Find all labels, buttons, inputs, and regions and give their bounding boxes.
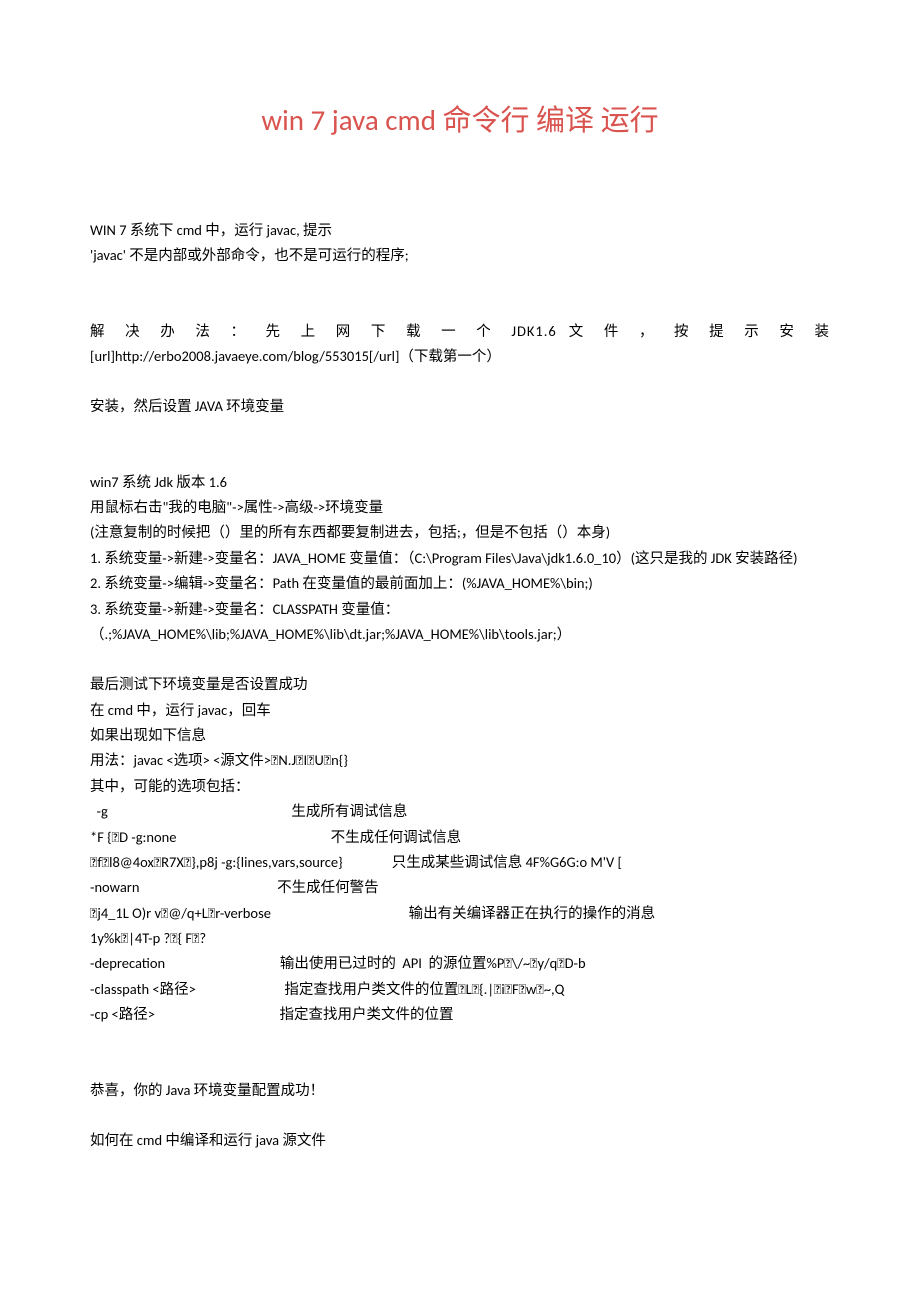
option-classpath: -classpath <路径> 指定查找用户类文件的位置￿L￿{.|￿i￿F￿w…: [90, 977, 830, 1002]
para-usage: 用法：javac <选项> <源文件>￿N.J￿I￿U￿n{}: [90, 748, 830, 773]
option-nowarn: -nowarn 不生成任何警告: [90, 875, 830, 900]
option-cp: -cp <路径> 指定查找用户类文件的位置: [90, 1002, 830, 1027]
para-intro-2: 'javac' 不是内部或外部命令，也不是可运行的程序;: [90, 243, 830, 268]
para-options-header: 其中，可能的选项包括：: [90, 774, 830, 799]
option-gnone: *F {￿D -g:none 不生成任何调试信息: [90, 825, 830, 850]
para-install: 安装，然后设置 JAVA 环境变量: [90, 394, 830, 419]
para-step1: 1. 系统变量->新建->变量名：JAVA_HOME 变量值：（C:\Progr…: [90, 546, 830, 571]
option-g: -g 生成所有调试信息: [90, 799, 830, 824]
option-deprecation: -deprecation 输出使用已过时的 API 的源位置%P￿\/~￿y/q…: [90, 951, 830, 976]
para-copy-note: (注意复制的时候把（）里的所有东西都要复制进去，包括;，但是不包括（）本身): [90, 520, 830, 545]
para-solution-url: [url]http://erbo2008.javaeye.com/blog/55…: [90, 344, 830, 369]
page-title: win 7 java cmd 命令行 编译 运行: [90, 95, 830, 146]
para-step3: 3. 系统变量->新建->变量名：CLASSPATH 变量值：: [90, 597, 830, 622]
para-win7-jdk: win7 系统 Jdk 版本 1.6: [90, 470, 830, 495]
option-glines: ￿f￿l8@4ox￿R7X￿},p8j -g:{lines,vars,sourc…: [90, 850, 830, 875]
para-success: 恭喜，你的 Java 环境变量配置成功！: [90, 1078, 830, 1103]
option-garbled: 1y%k￿|4T-p ?￿{ F￿?: [90, 926, 830, 951]
para-test-2: 在 cmd 中，运行 javac，回车: [90, 698, 830, 723]
para-solution-1: 解 决 办 法 ： 先 上 网 下 载 一 个 JDK1.6 文 件 ， 按 提…: [90, 319, 830, 344]
para-step2: 2. 系统变量->编辑->变量名：Path 在变量值的最前面加上：(%JAVA_…: [90, 571, 830, 596]
para-howto: 如何在 cmd 中编译和运行 java 源文件: [90, 1128, 830, 1153]
para-intro-1: WIN 7 系统下 cmd 中，运行 javac, 提示: [90, 218, 830, 243]
para-test-3: 如果出现如下信息: [90, 723, 830, 748]
option-verbose: ￿j4_1L O)r v￿@/q+L￿r-verbose 输出有关编译器正在执行…: [90, 901, 830, 926]
para-rightclick: 用鼠标右击"我的电脑"->属性->高级->环境变量: [90, 495, 830, 520]
para-test-1: 最后测试下环境变量是否设置成功: [90, 672, 830, 697]
para-step3-value: （.;%JAVA_HOME%\lib;%JAVA_HOME%\lib\dt.ja…: [90, 622, 830, 647]
